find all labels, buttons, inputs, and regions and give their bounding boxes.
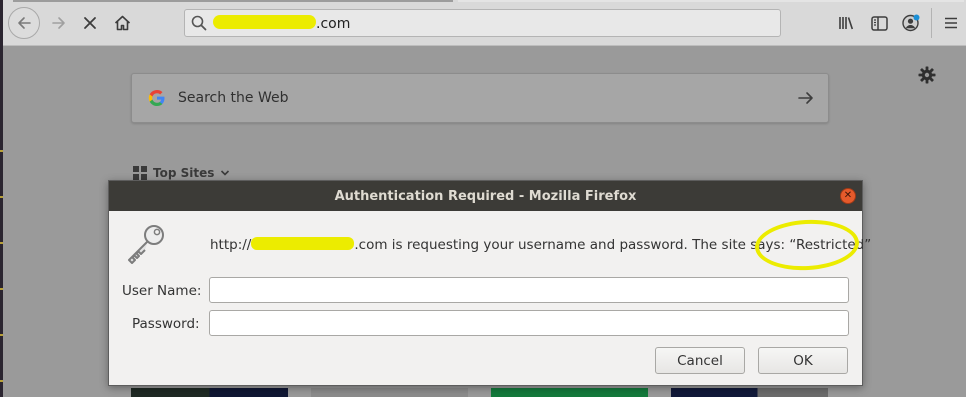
account-button[interactable] xyxy=(896,8,926,38)
close-icon: ✕ xyxy=(843,190,853,201)
message-redaction xyxy=(251,237,355,250)
library-icon xyxy=(839,17,854,30)
password-label: Password: xyxy=(132,316,200,332)
gear-icon xyxy=(918,66,936,84)
tab-strip xyxy=(13,0,453,2)
browser-toolbar: .com xyxy=(3,0,966,46)
auth-dialog: Authentication Required - Mozilla Firefo… xyxy=(108,180,871,386)
grid-icon xyxy=(133,166,147,180)
sidebar-button[interactable] xyxy=(864,8,894,38)
url-bar[interactable]: .com xyxy=(184,9,781,37)
forward-icon xyxy=(52,17,65,29)
home-button[interactable] xyxy=(107,8,137,38)
dialog-title: Authentication Required - Mozilla Firefo… xyxy=(334,188,637,204)
username-field[interactable] xyxy=(209,277,849,303)
tab-strip-inactive xyxy=(458,0,964,2)
username-label: User Name: xyxy=(122,283,202,299)
menu-button[interactable] xyxy=(936,8,966,38)
close-button[interactable]: ✕ xyxy=(840,188,856,204)
account-icon xyxy=(902,14,920,32)
toolbar-divider xyxy=(931,8,932,38)
arrow-right-icon[interactable] xyxy=(796,88,816,108)
url-redaction xyxy=(213,15,316,29)
url-text: .com xyxy=(213,15,350,32)
library-button[interactable] xyxy=(832,8,862,38)
ok-button[interactable]: OK xyxy=(758,347,848,374)
back-button[interactable] xyxy=(8,7,40,39)
cancel-button[interactable]: Cancel xyxy=(655,347,745,374)
home-icon xyxy=(114,15,130,31)
stop-button[interactable] xyxy=(75,8,105,38)
top-site-tile[interactable] xyxy=(131,388,288,397)
key-icon xyxy=(128,225,164,264)
terminal-edge xyxy=(0,0,3,397)
hamburger-menu-icon xyxy=(945,17,957,29)
top-site-tile[interactable] xyxy=(311,388,468,397)
top-site-tile[interactable] xyxy=(671,388,828,397)
web-search-box[interactable]: Search the Web xyxy=(131,73,829,123)
google-icon xyxy=(148,90,165,106)
top-sites-header[interactable]: Top Sites xyxy=(133,166,230,180)
back-icon xyxy=(18,17,31,29)
stop-icon xyxy=(84,17,96,29)
password-field[interactable] xyxy=(209,310,849,336)
sidebar-icon xyxy=(870,15,888,31)
top-site-tile[interactable] xyxy=(491,388,648,397)
forward-button[interactable] xyxy=(44,8,74,38)
chevron-down-icon xyxy=(221,170,230,176)
dialog-titlebar[interactable]: Authentication Required - Mozilla Firefo… xyxy=(109,181,862,211)
yellow-highlight-circle xyxy=(753,217,861,273)
search-icon xyxy=(191,15,207,31)
top-sites-label: Top Sites xyxy=(153,166,215,180)
search-placeholder: Search the Web xyxy=(178,90,289,106)
newtab-settings-button[interactable] xyxy=(916,64,938,86)
